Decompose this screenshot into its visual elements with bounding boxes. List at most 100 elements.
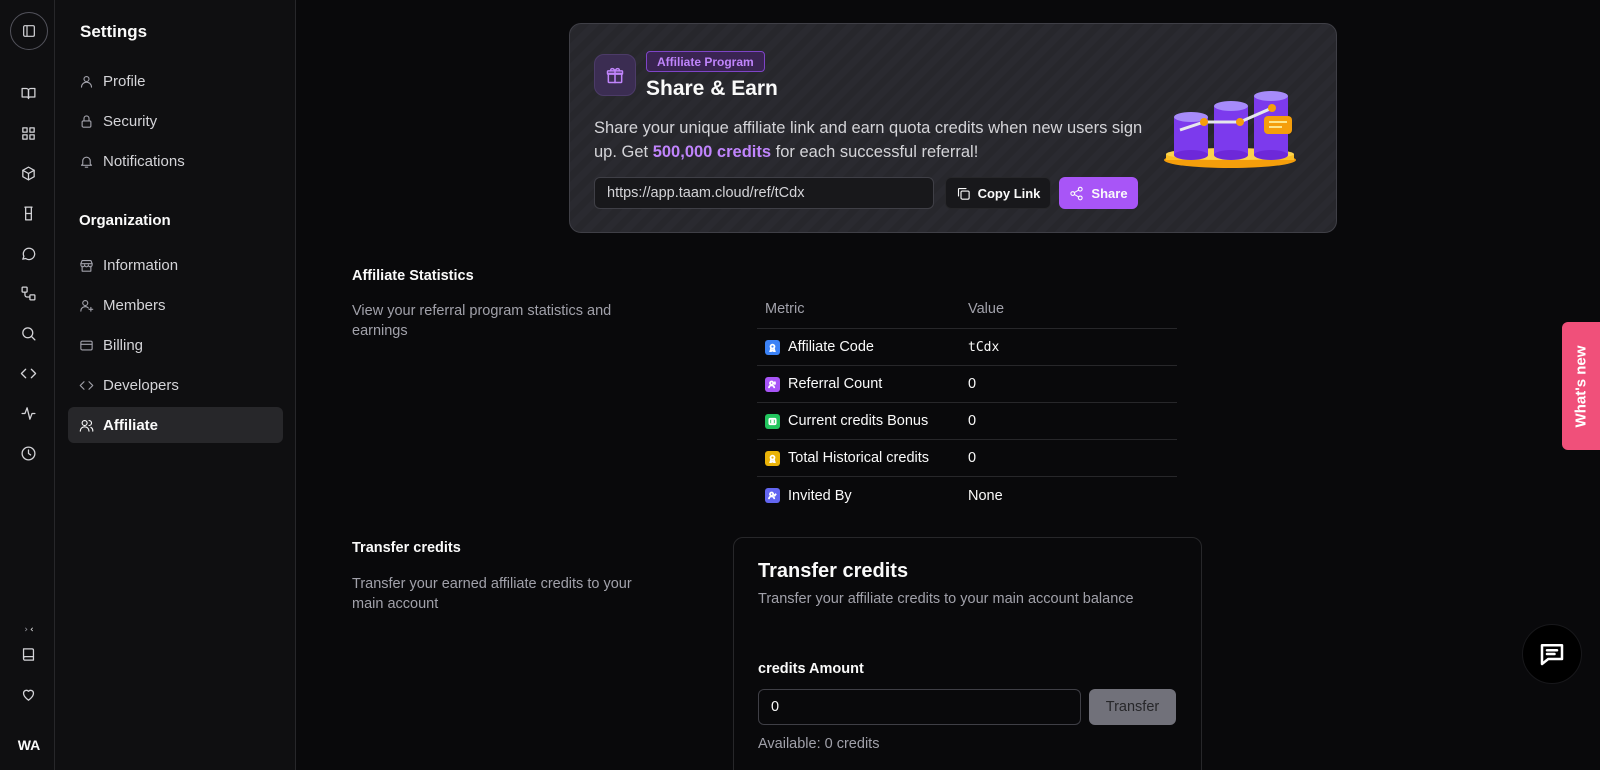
table-row: Referral Count 0	[757, 366, 1177, 403]
sidebar-item-affiliate[interactable]: Affiliate	[68, 407, 283, 443]
copy-icon	[957, 187, 970, 200]
metric-label: Invited By	[788, 487, 852, 504]
copy-link-label: Copy Link	[977, 185, 1041, 201]
flask-icon[interactable]	[17, 202, 39, 224]
sidebar-item-label: Developers	[103, 376, 179, 394]
share-label: Share	[1091, 185, 1128, 201]
message-circle-icon[interactable]	[17, 242, 39, 264]
book-icon[interactable]	[17, 643, 39, 665]
copy-link-button[interactable]: Copy Link	[945, 177, 1051, 209]
users-icon	[79, 419, 94, 432]
chat-icon	[1540, 644, 1564, 666]
clock-icon[interactable]	[17, 442, 39, 464]
user-check-icon	[765, 488, 780, 503]
metric-label: Referral Count	[788, 376, 883, 392]
credits-amount-label: credits Amount	[758, 661, 864, 677]
metric-column-header: Metric	[765, 300, 805, 317]
transfer-section-description: Transfer your earned affiliate credits t…	[352, 576, 632, 612]
hero-desc-highlight: 500,000 credits	[652, 143, 772, 161]
referral-link-input[interactable]	[594, 177, 934, 209]
sidebar-item-label: Affiliate	[103, 416, 159, 434]
metric-value: 0	[968, 376, 977, 392]
user-plus-icon	[80, 299, 94, 312]
affiliate-program-badge: Affiliate Program	[646, 51, 765, 72]
transfer-card-title: Transfer credits	[758, 560, 909, 582]
whats-new-label: What's new	[1572, 345, 1590, 427]
table-row: Affiliate Code tCdx	[757, 329, 1177, 366]
avatar[interactable]: WA	[14, 730, 44, 760]
box-icon[interactable]	[17, 162, 39, 184]
app-root: › ‹ WA Settings Profile Security Notifica…	[0, 0, 1600, 770]
sidebar-item-profile[interactable]: Profile	[68, 63, 283, 99]
collapse-toggle-button[interactable]: › ‹	[14, 622, 44, 638]
sidebar-toggle-button[interactable]	[10, 12, 48, 50]
share-button[interactable]: Share	[1059, 177, 1138, 209]
value-column-header: Value	[968, 300, 1005, 317]
table-row: Invited By None	[757, 477, 1177, 514]
sidebar-item-members[interactable]: Members	[68, 287, 283, 323]
transfer-button[interactable]: Transfer	[1089, 689, 1176, 725]
hero-description: Share your unique affiliate link and ear…	[594, 116, 1154, 164]
organization-heading: Organization	[79, 212, 171, 229]
sidebar-item-label: Security	[103, 112, 158, 130]
award-icon	[765, 339, 780, 355]
affiliate-code-value: tCdx	[968, 339, 1000, 355]
trophy-icon	[765, 450, 780, 466]
whats-new-tab[interactable]: What's new	[1562, 322, 1600, 450]
table-header: Metric Value	[757, 289, 1177, 329]
table-row: Total Historical credits 0	[757, 440, 1177, 477]
book-open-icon[interactable]	[17, 82, 39, 104]
gift-icon	[594, 54, 636, 96]
icon-rail: › ‹ WA	[0, 0, 55, 770]
sidebar-item-notifications[interactable]: Notifications	[68, 143, 283, 179]
credits-amount-input[interactable]	[758, 689, 1081, 725]
settings-sidebar: Settings Profile Security Notifications …	[55, 0, 296, 770]
metric-label: Current credits Bonus	[788, 413, 929, 429]
sidebar-item-label: Notifications	[103, 152, 185, 170]
transfer-card-subtitle: Transfer your affiliate credits to your …	[758, 591, 1134, 607]
metric-value: 0	[968, 450, 977, 466]
transfer-section-title: Transfer credits	[352, 540, 461, 556]
hero-desc-suffix: for each successful referral!	[771, 143, 979, 161]
share-icon	[1070, 186, 1084, 200]
transfer-credits-card: Transfer credits Transfer your affiliate…	[733, 537, 1202, 770]
credit-card-icon	[80, 340, 93, 350]
affiliate-illustration	[1164, 91, 1296, 168]
code-icon[interactable]	[17, 362, 39, 384]
sidebar-item-label: Profile	[103, 72, 146, 90]
user-icon	[80, 75, 93, 88]
chat-button[interactable]	[1522, 624, 1582, 684]
affiliate-stats-table: Metric Value Affiliate Code tCdx Referra…	[757, 289, 1177, 514]
heart-icon[interactable]	[17, 683, 39, 705]
affiliate-statistics-description: View your referral program statistics an…	[352, 303, 612, 339]
metric-value: None	[968, 487, 1003, 504]
sidebar-item-information[interactable]: Information	[68, 247, 283, 283]
lock-icon	[81, 114, 92, 128]
sidebar-item-billing[interactable]: Billing	[68, 327, 283, 363]
sidebar-item-label: Billing	[103, 336, 144, 354]
users-icon	[765, 376, 780, 392]
sidebar-item-label: Information	[103, 256, 179, 274]
sidebar-item-developers[interactable]: Developers	[68, 367, 283, 403]
metric-label: Affiliate Code	[788, 339, 874, 355]
metric-value: 0	[968, 413, 977, 429]
bell-icon	[80, 156, 93, 168]
sidebar-item-label: Members	[103, 296, 166, 314]
workflow-icon[interactable]	[17, 282, 39, 304]
affiliate-statistics-title: Affiliate Statistics	[352, 268, 474, 284]
search-icon[interactable]	[17, 322, 39, 344]
panel-left-icon	[23, 25, 35, 37]
sidebar-item-security[interactable]: Security	[68, 103, 283, 139]
store-icon	[80, 259, 93, 272]
wallet-icon	[765, 413, 780, 429]
grid-icon[interactable]	[17, 122, 39, 144]
affiliate-hero-card: Affiliate Program Share & Earn Share you…	[569, 23, 1337, 233]
activity-icon[interactable]	[17, 402, 39, 424]
main-content: Affiliate Program Share & Earn Share you…	[296, 0, 1600, 770]
metric-label: Total Historical credits	[788, 450, 930, 466]
code-icon	[79, 380, 94, 390]
sidebar-title: Settings	[80, 22, 148, 41]
available-credits-text: Available: 0 credits	[758, 736, 880, 752]
table-row: Current credits Bonus 0	[757, 403, 1177, 440]
hero-title: Share & Earn	[646, 77, 778, 100]
